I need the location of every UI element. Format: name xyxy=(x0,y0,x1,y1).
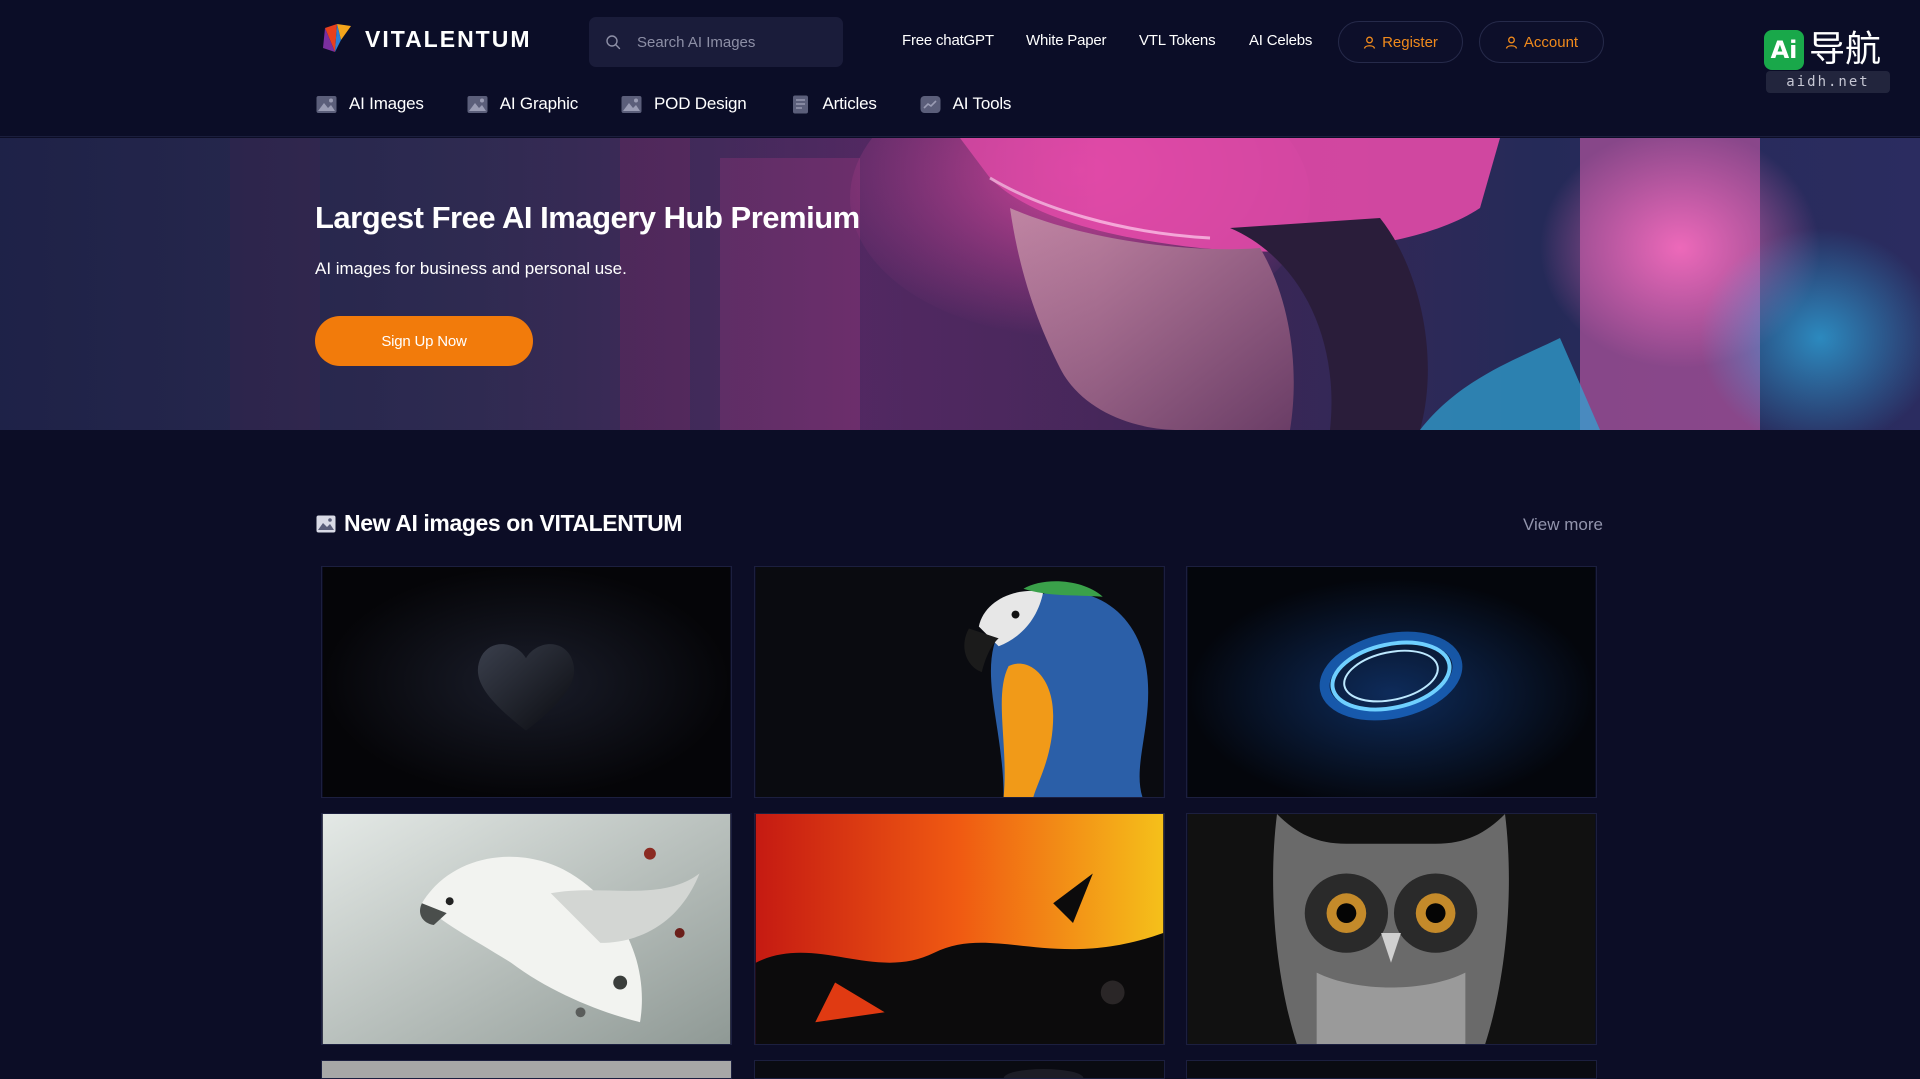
badge-cn-text: 导航 xyxy=(1809,29,1882,70)
nav-label: AI Images xyxy=(349,94,424,113)
link-white-paper[interactable]: White Paper xyxy=(1026,32,1107,49)
nav-label: AI Graphic xyxy=(499,94,579,113)
partial-image xyxy=(322,1061,731,1078)
nav-item-ai-tools[interactable]: AI Tools xyxy=(920,94,1012,114)
black-heart-image xyxy=(322,567,731,797)
macaw-parrot-image xyxy=(755,567,1164,797)
hero-title: Largest Free AI Imagery Hub Premium xyxy=(315,200,860,235)
white-eagle-image xyxy=(322,814,731,1044)
link-ai-celebs[interactable]: AI Celebs xyxy=(1249,32,1312,49)
link-vtl-tokens[interactable]: VTL Tokens xyxy=(1139,32,1216,49)
vitalentum-logo-icon xyxy=(323,24,351,52)
red-yellow-splash-image xyxy=(755,814,1164,1044)
hero-subtitle: AI images for business and personal use. xyxy=(315,259,627,278)
image-icon xyxy=(316,95,337,113)
link-free-chatgpt[interactable]: Free chatGPT xyxy=(902,32,994,49)
gallery-card-paint-splash[interactable] xyxy=(754,813,1165,1045)
partial-image xyxy=(755,1061,1164,1078)
view-more-link[interactable]: View more xyxy=(1523,515,1603,535)
nav-label: AI Tools xyxy=(952,94,1012,113)
aidh-watermark-badge: Ai 导航 aidh.net xyxy=(1764,26,1890,93)
chart-icon xyxy=(920,95,941,113)
top-header: VITALENTUM Free chatGPT White Paper VTL … xyxy=(0,0,1920,137)
badge-domain: aidh.net xyxy=(1766,71,1890,93)
nav-label: Articles xyxy=(822,94,877,113)
search-icon xyxy=(606,35,621,50)
partial-image xyxy=(1187,1061,1596,1078)
gallery-card-ring[interactable] xyxy=(1186,566,1597,798)
account-button[interactable]: Account xyxy=(1479,21,1604,63)
gallery-header: New AI images on VITALENTUM xyxy=(316,510,682,537)
brand-name: VITALENTUM xyxy=(365,25,532,52)
nav-item-ai-images[interactable]: AI Images xyxy=(316,94,424,114)
image-icon xyxy=(621,95,642,113)
nav-item-articles[interactable]: Articles xyxy=(790,94,877,114)
image-icon xyxy=(316,515,336,532)
nav-item-ai-graphic[interactable]: AI Graphic xyxy=(467,94,578,114)
document-icon xyxy=(792,95,808,113)
gallery-card-heart[interactable] xyxy=(321,566,732,798)
account-label: Account xyxy=(1523,33,1579,51)
sign-up-button[interactable]: Sign Up Now xyxy=(315,316,533,366)
gallery-card-partial-3[interactable] xyxy=(1186,1060,1597,1079)
gallery-card-owl[interactable] xyxy=(1186,813,1597,1045)
gallery-card-partial-1[interactable] xyxy=(321,1060,732,1079)
brand-logo[interactable]: VITALENTUM xyxy=(321,22,532,56)
image-icon xyxy=(467,95,488,113)
register-button[interactable]: Register xyxy=(1338,21,1463,63)
hero-cyberpunk-image xyxy=(0,138,1920,430)
gallery-card-parrot[interactable] xyxy=(754,566,1165,798)
nav-item-pod-design[interactable]: POD Design xyxy=(621,94,747,114)
gallery-card-eagle[interactable] xyxy=(321,813,732,1045)
register-label: Register xyxy=(1382,33,1438,51)
hero-banner: Largest Free AI Imagery Hub Premium AI i… xyxy=(0,138,1920,430)
ai-logo-icon: Ai xyxy=(1764,30,1804,70)
gallery-card-partial-2[interactable] xyxy=(754,1060,1165,1079)
black-white-owl-image xyxy=(1187,814,1596,1044)
badge-ai-text: Ai xyxy=(1770,36,1798,64)
user-icon xyxy=(1363,36,1376,49)
nav-label: POD Design xyxy=(654,94,747,113)
search-box[interactable] xyxy=(589,17,843,67)
category-nav: AI Images AI Graphic POD Design Articles… xyxy=(316,94,1054,114)
user-icon xyxy=(1505,36,1518,49)
gallery-title: New AI images on VITALENTUM xyxy=(344,510,683,536)
search-input[interactable] xyxy=(637,33,817,51)
blue-glowing-ring-image xyxy=(1187,567,1596,797)
